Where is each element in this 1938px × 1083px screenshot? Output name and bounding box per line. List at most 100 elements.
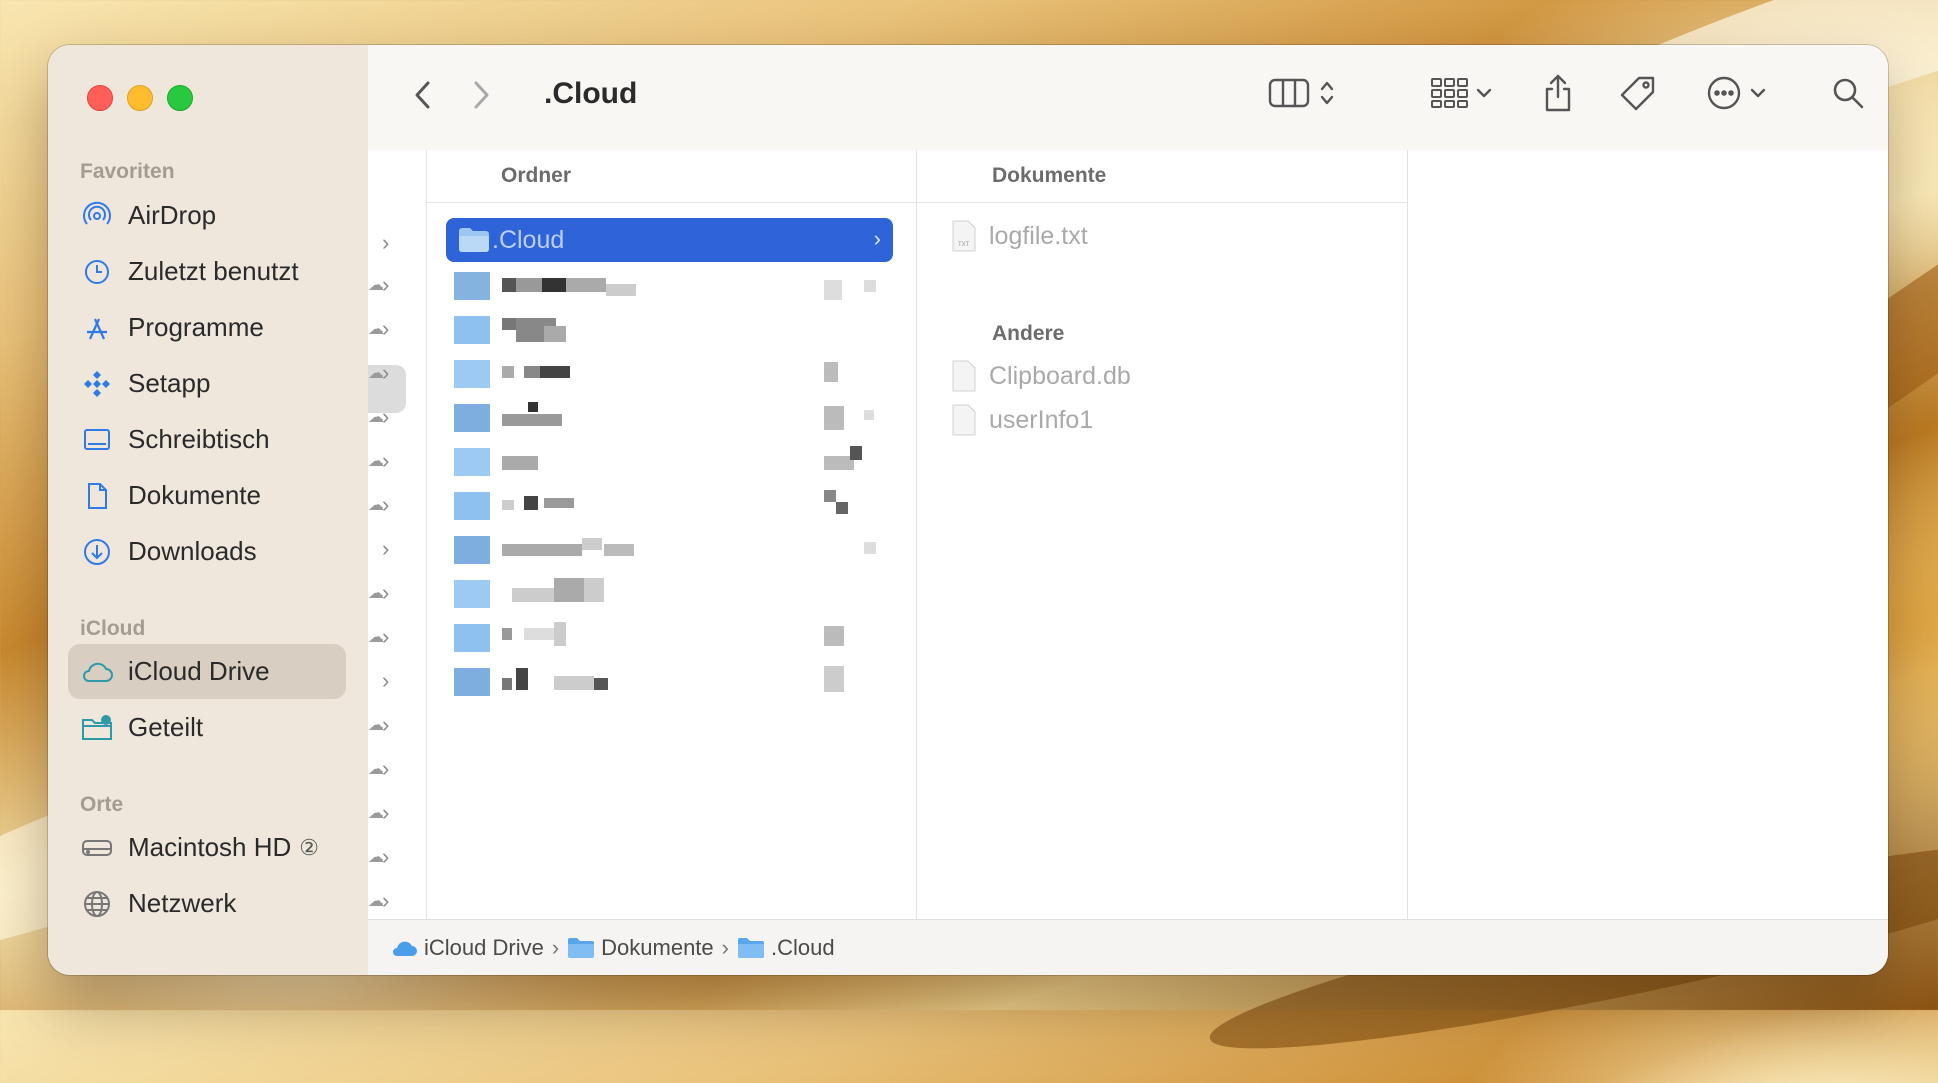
share-button[interactable] [1540, 73, 1576, 117]
apps-icon [80, 311, 114, 345]
harddisk-icon [80, 831, 114, 865]
search-button[interactable] [1828, 75, 1868, 115]
sidebar-item-label: iCloud Drive [128, 656, 270, 686]
sidebar-item-desktop[interactable]: Schreibtisch [68, 412, 346, 467]
forward-button[interactable] [466, 75, 496, 115]
folder-row-blurred[interactable] [454, 314, 894, 346]
file-name: userInfo1 [989, 405, 1094, 434]
sidebar-item-label: Zuletzt benutzt [128, 256, 299, 286]
parent-column[interactable]: › ☁ › ☁ › ☁ › ☁ › ☁ › ☁ › › ☁ › ☁ › › ☁ › ☁ › ☁ › ☁… [368, 150, 427, 920]
sidebar-item-label: Macintosh HD [128, 832, 292, 862]
column-header-dokumente: Dokumente [917, 150, 1407, 203]
path-label: iCloud Drive [424, 934, 544, 960]
sidebar-item-label: AirDrop [128, 200, 217, 230]
tag-icon [1619, 74, 1657, 117]
more-actions-button[interactable] [1698, 75, 1774, 115]
sidebar-section-favoriten: Favoriten [80, 160, 175, 183]
folders-column: Ordner .Cloud › [426, 150, 917, 920]
cloud-icon [390, 938, 418, 958]
sidebar-item-downloads[interactable]: Downloads [68, 524, 346, 579]
chevron-right-icon: › [382, 272, 390, 297]
desktop-icon [80, 423, 114, 457]
chevron-right-icon: › [382, 712, 390, 737]
chevron-down-icon [1750, 86, 1766, 104]
path-item-dokumente[interactable]: Dokumente [567, 935, 714, 961]
sidebar-item-documents[interactable]: Dokumente [68, 468, 346, 523]
column-header-ordner: Ordner [426, 150, 916, 203]
clock-icon [80, 255, 114, 289]
folder-row-blurred[interactable] [454, 622, 894, 654]
sidebar-item-label: Downloads [128, 536, 257, 566]
documents-column: Dokumente TXT logfile.txt Andere Clipboa… [917, 150, 1408, 920]
minimize-window-button[interactable] [127, 85, 153, 111]
sidebar-item-label: Schreibtisch [128, 424, 270, 454]
share-icon [1542, 73, 1574, 118]
folder-icon [737, 937, 765, 959]
zoom-window-button[interactable] [167, 85, 193, 111]
generic-file-icon [951, 360, 977, 392]
view-mode-button[interactable] [1256, 75, 1346, 115]
sidebar-item-applications[interactable]: Programme [68, 300, 346, 355]
document-icon [80, 479, 114, 513]
folder-row-blurred[interactable] [454, 490, 894, 522]
chevron-right-icon: › [382, 404, 390, 429]
path-label: Dokumente [601, 934, 714, 960]
sidebar-item-label: Geteilt [128, 712, 204, 742]
folder-row-blurred[interactable] [454, 358, 894, 390]
folder-row-blurred[interactable] [454, 446, 894, 478]
download-icon [80, 535, 114, 569]
close-window-button[interactable] [87, 85, 113, 111]
back-button[interactable] [408, 75, 438, 115]
folder-row-blurred[interactable] [454, 402, 894, 434]
airdrop-icon [80, 199, 114, 233]
shared-folder-icon [80, 711, 114, 745]
folder-row-blurred[interactable] [454, 270, 894, 302]
path-label: .Cloud [771, 934, 835, 960]
search-icon [1831, 76, 1865, 115]
tag-button[interactable] [1618, 73, 1658, 117]
file-row[interactable]: TXT logfile.txt [951, 220, 1088, 252]
cloud-icon [80, 655, 114, 689]
sidebar-item-macintosh-hd[interactable]: Macintosh HD ② [68, 820, 346, 875]
sidebar: Favoriten AirDrop Zuletzt benutzt Progra… [48, 45, 369, 975]
chevron-right-icon: › [382, 360, 390, 385]
path-separator: › [721, 934, 729, 960]
path-item-icloud-drive[interactable]: iCloud Drive [390, 935, 544, 961]
group-by-button[interactable] [1423, 75, 1499, 115]
chevron-down-icon [1476, 86, 1492, 104]
chevron-right-icon: › [382, 844, 390, 869]
generic-file-icon [951, 404, 977, 436]
file-row[interactable]: userInfo1 [951, 404, 1093, 436]
sidebar-item-recents[interactable]: Zuletzt benutzt [68, 244, 346, 299]
sidebar-item-setapp[interactable]: Setapp [68, 356, 346, 411]
setapp-icon [80, 367, 114, 401]
eject-badge[interactable]: ② [299, 835, 319, 861]
file-name: Clipboard.db [989, 361, 1131, 390]
path-bar: iCloud Drive › Dokumente › .Cloud [368, 919, 1888, 975]
toolbar: .Cloud [368, 45, 1888, 151]
chevron-right-icon: › [382, 624, 390, 649]
columns-view-icon [1268, 77, 1310, 114]
folder-icon [458, 227, 490, 253]
sidebar-item-label: Dokumente [128, 480, 261, 510]
chevron-right-icon: › [873, 226, 881, 251]
folder-row-blurred[interactable] [454, 534, 894, 566]
chevron-right-icon: › [382, 800, 390, 825]
grid-icon [1430, 77, 1470, 114]
finder-window: Favoriten AirDrop Zuletzt benutzt Progra… [48, 45, 1888, 975]
folder-row-blurred[interactable] [454, 666, 894, 698]
chevron-right-icon: › [382, 668, 390, 693]
chevron-right-icon: › [382, 580, 390, 605]
sidebar-item-label: Programme [128, 312, 264, 342]
ellipsis-circle-icon [1706, 75, 1742, 116]
chevron-right-icon: › [382, 536, 390, 561]
sidebar-item-network[interactable]: Netzwerk [68, 876, 346, 931]
sidebar-item-icloud-drive[interactable]: iCloud Drive [68, 644, 346, 699]
folder-row-selected[interactable]: .Cloud › [446, 218, 893, 262]
sidebar-item-airdrop[interactable]: AirDrop [68, 188, 346, 243]
sidebar-section-icloud: iCloud [80, 617, 146, 640]
sidebar-item-shared[interactable]: Geteilt [68, 700, 346, 755]
folder-row-blurred[interactable] [454, 578, 894, 610]
path-item-cloud[interactable]: .Cloud [737, 935, 835, 961]
file-row[interactable]: Clipboard.db [951, 360, 1131, 392]
